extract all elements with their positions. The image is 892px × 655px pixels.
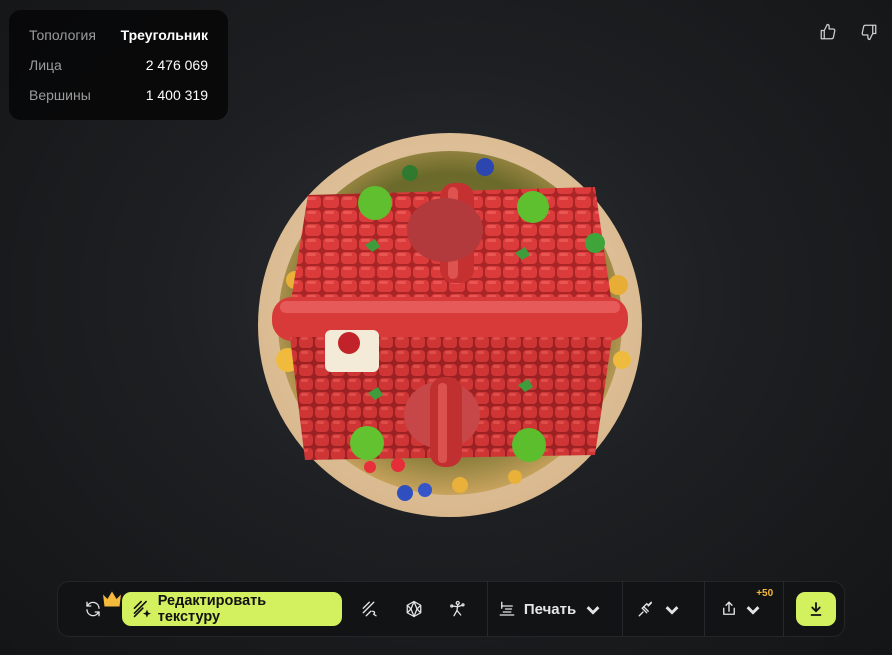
mesh-tool-button[interactable] <box>392 592 436 626</box>
thumbs-down-icon[interactable] <box>859 22 878 41</box>
model-stats-panel: Топология Треугольник Лица 2 476 069 Вер… <box>9 10 228 120</box>
edit-texture-button[interactable]: Редактировать текстуру <box>121 592 342 626</box>
share-icon <box>723 601 736 615</box>
print-label: Печать <box>523 600 577 618</box>
skeleton-rig-icon <box>450 600 465 617</box>
stat-row-faces: Лица 2 476 069 <box>29 55 208 85</box>
stat-value: 2 476 069 <box>145 57 208 73</box>
plug-icon <box>638 601 652 617</box>
rig-tool-button[interactable] <box>435 592 479 626</box>
edit-texture-label: Редактировать текстуру <box>157 593 267 625</box>
stat-label: Вершины <box>29 87 91 103</box>
toolbar-divider <box>783 581 785 637</box>
print-button[interactable]: Печать <box>488 592 612 626</box>
stat-row-topology: Топология Треугольник <box>29 25 208 55</box>
polyhedron-icon <box>406 600 421 618</box>
stat-value: Треугольник <box>120 27 208 43</box>
stat-value: 1 400 319 <box>145 87 208 103</box>
regenerate-button[interactable] <box>70 591 121 626</box>
refresh-icon <box>86 601 100 617</box>
chevron-down-icon <box>746 606 760 615</box>
chevron-down-icon <box>665 606 679 615</box>
bottom-toolbar: Редактировать текстуру Печать +50 <box>57 581 845 637</box>
stat-label: Лица <box>29 57 62 73</box>
texture-pattern-icon <box>362 601 377 617</box>
share-reward-badge: +50 <box>756 588 774 599</box>
download-icon <box>810 602 822 616</box>
printer-3d-icon <box>499 601 515 616</box>
download-button[interactable] <box>796 592 836 626</box>
plugin-button[interactable] <box>623 592 695 626</box>
share-button[interactable]: +50 <box>705 588 777 626</box>
magic-texture-icon <box>133 600 151 618</box>
model-viewport[interactable] <box>250 125 650 525</box>
house-model-render <box>258 133 642 517</box>
texture-tool-button[interactable] <box>348 592 392 626</box>
feedback-controls <box>818 22 878 41</box>
chevron-down-icon <box>586 606 600 615</box>
stat-label: Топология <box>29 27 96 43</box>
stat-row-vertices: Вершины 1 400 319 <box>29 85 208 115</box>
thumbs-up-icon[interactable] <box>818 22 837 41</box>
crown-icon <box>102 591 121 607</box>
